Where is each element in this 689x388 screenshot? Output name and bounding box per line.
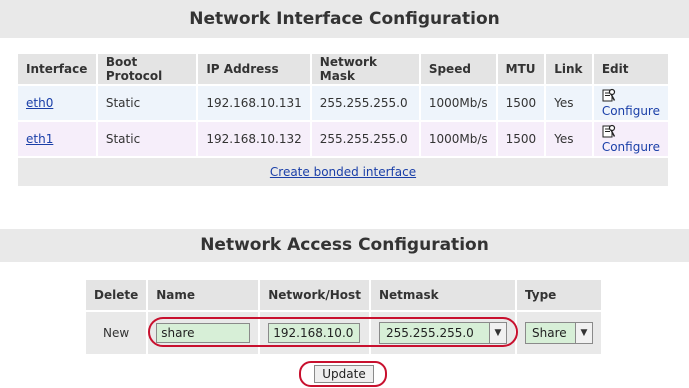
configure-link-eth1[interactable]: Configure <box>601 124 660 154</box>
boot-protocol-cell: Static <box>96 84 199 121</box>
configure-icon <box>602 88 615 102</box>
update-button[interactable]: Update <box>314 365 374 383</box>
col-delete: Delete <box>86 280 149 311</box>
table-row: eth1 Static 192.168.10.132 255.255.255.0… <box>18 120 671 157</box>
netmask-select[interactable]: 255.255.255.0 ▼ <box>379 322 507 344</box>
speed-cell: 1000Mb/s <box>419 120 498 157</box>
col-name: Name <box>147 280 261 311</box>
interfaces-table: Interface Boot Protocol IP Address Netwo… <box>18 54 671 186</box>
new-row-label: New <box>86 310 149 354</box>
col-netmask: Netmask <box>370 280 517 311</box>
col-network-host: Network/Host <box>259 280 371 311</box>
create-bonded-interface-link[interactable]: Create bonded interface <box>270 165 416 179</box>
configure-label: Configure <box>601 140 660 154</box>
interfaces-header-row: Interface Boot Protocol IP Address Netwo… <box>18 54 671 85</box>
netmask-select-value: 255.255.255.0 <box>386 326 474 340</box>
type-select[interactable]: Share ▼ <box>525 322 593 344</box>
interface-link-eth1[interactable]: eth1 <box>26 132 53 146</box>
access-table: Delete Name Network/Host Netmask Type Ne… <box>86 280 603 354</box>
speed-cell: 1000Mb/s <box>419 84 498 121</box>
boot-protocol-cell: Static <box>96 120 199 157</box>
network-host-input[interactable] <box>268 323 361 343</box>
name-input[interactable] <box>156 323 251 343</box>
col-boot-protocol: Boot Protocol <box>96 54 199 85</box>
mask-cell: 255.255.255.0 <box>310 84 421 121</box>
col-type: Type <box>516 280 603 311</box>
col-mtu: MTU <box>496 54 547 85</box>
col-edit: Edit <box>592 54 671 85</box>
configure-icon <box>602 124 615 138</box>
interfaces-section-title: Network Interface Configuration <box>0 0 689 38</box>
table-row: New 255.255.255.0 ▼ Share ▼ <box>86 310 603 354</box>
interface-link-eth0[interactable]: eth0 <box>26 96 53 110</box>
col-ip-address: IP Address <box>197 54 312 85</box>
link-cell: Yes <box>545 120 594 157</box>
configure-label: Configure <box>601 104 660 118</box>
mask-cell: 255.255.255.0 <box>310 120 421 157</box>
type-select-value: Share <box>532 326 567 340</box>
table-row: eth0 Static 192.168.10.131 255.255.255.0… <box>18 84 671 121</box>
mtu-cell: 1500 <box>496 84 547 121</box>
configure-link-eth0[interactable]: Configure <box>601 88 660 118</box>
col-link: Link <box>545 54 594 85</box>
ip-cell: 192.168.10.131 <box>197 84 312 121</box>
col-network-mask: Network Mask <box>310 54 421 85</box>
col-speed: Speed <box>419 54 498 85</box>
access-section-title: Network Access Configuration <box>0 229 689 262</box>
bonded-row: Create bonded interface <box>18 156 670 186</box>
mtu-cell: 1500 <box>496 120 547 157</box>
chevron-down-icon[interactable]: ▼ <box>575 323 592 343</box>
ip-cell: 192.168.10.132 <box>197 120 312 157</box>
chevron-down-icon[interactable]: ▼ <box>489 323 506 343</box>
col-interface: Interface <box>18 54 98 85</box>
access-header-row: Delete Name Network/Host Netmask Type <box>86 280 603 311</box>
link-cell: Yes <box>545 84 594 121</box>
